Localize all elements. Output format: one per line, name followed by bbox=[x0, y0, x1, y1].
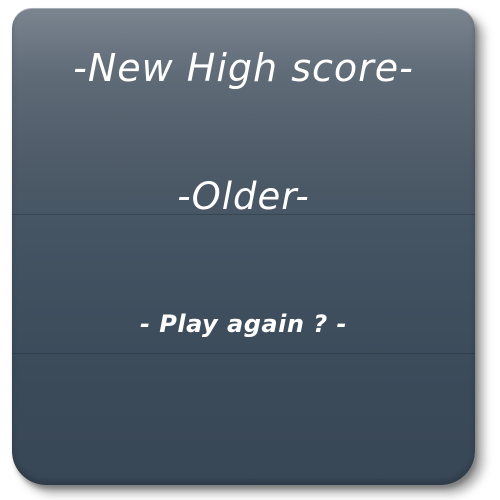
score-age-label: -Older- bbox=[177, 175, 310, 218]
play-again-button[interactable]: - Play again ? - bbox=[12, 310, 475, 338]
high-score-title: -New High score- bbox=[73, 46, 414, 90]
panel-divider bbox=[12, 353, 475, 354]
game-over-panel: -New High score- -Older- - Play again ? … bbox=[12, 8, 475, 485]
